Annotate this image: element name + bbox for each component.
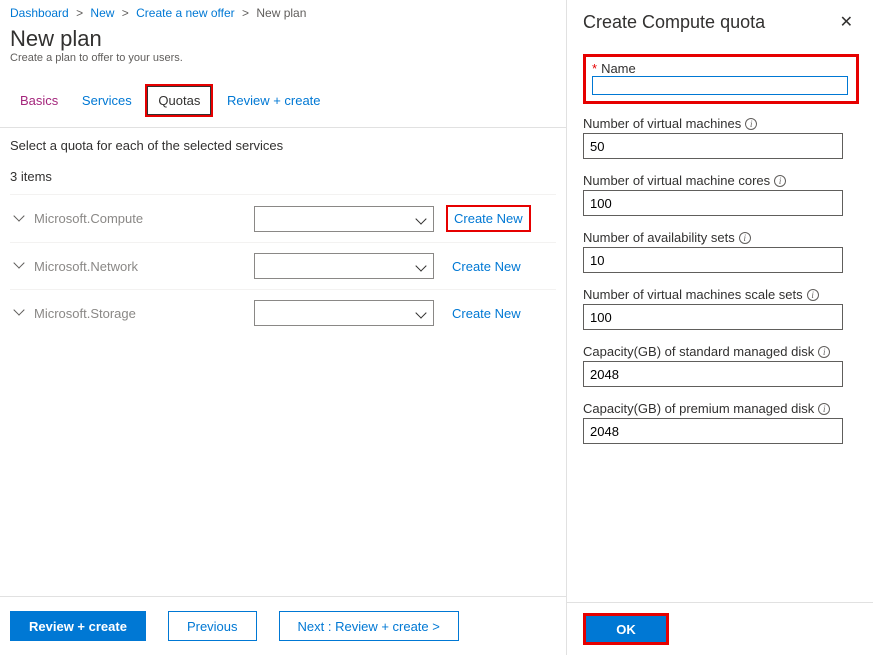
- breadcrumb-new[interactable]: New: [90, 6, 114, 20]
- info-icon[interactable]: i: [818, 403, 830, 415]
- chevron-down-icon[interactable]: [12, 306, 26, 320]
- create-quota-panel: Create Compute quota ✕ * Name Number of …: [567, 0, 873, 655]
- tab-quotas[interactable]: Quotas: [147, 86, 211, 115]
- breadcrumb-sep: >: [238, 6, 253, 20]
- quota-select-network[interactable]: [254, 253, 434, 279]
- avail-sets-input[interactable]: [583, 247, 843, 273]
- breadcrumb-dashboard[interactable]: Dashboard: [10, 6, 69, 20]
- tab-basics[interactable]: Basics: [10, 87, 68, 114]
- breadcrumb: Dashboard > New > Create a new offer > N…: [10, 4, 556, 24]
- panel-footer: OK: [567, 602, 873, 655]
- info-icon[interactable]: i: [774, 175, 786, 187]
- chevron-down-icon[interactable]: [12, 212, 26, 226]
- page-title: New plan: [10, 26, 556, 52]
- name-label-text: Name: [601, 61, 636, 76]
- vm-cores-input[interactable]: [583, 190, 843, 216]
- tab-services[interactable]: Services: [72, 87, 142, 114]
- footer-bar: Review + create Previous Next : Review +…: [0, 596, 567, 655]
- prem-disk-label: Capacity(GB) of premium managed disk: [583, 401, 814, 416]
- tab-review[interactable]: Review + create: [217, 87, 331, 114]
- ok-button[interactable]: OK: [586, 616, 666, 642]
- service-row-network: Microsoft.Network Create New: [10, 242, 556, 289]
- items-count: 3 items: [10, 169, 556, 184]
- review-create-button[interactable]: Review + create: [10, 611, 146, 641]
- chevron-down-icon[interactable]: [12, 259, 26, 273]
- divider: [0, 127, 566, 128]
- scale-sets-input[interactable]: [583, 304, 843, 330]
- page-subtitle: Create a plan to offer to your users.: [10, 52, 556, 64]
- panel-title: Create Compute quota: [583, 12, 765, 33]
- breadcrumb-create-offer[interactable]: Create a new offer: [136, 6, 235, 20]
- info-icon[interactable]: i: [739, 232, 751, 244]
- service-name: Microsoft.Network: [34, 259, 254, 274]
- tab-quotas-highlight: Quotas: [145, 84, 213, 117]
- create-new-network[interactable]: Create New: [446, 255, 527, 278]
- required-asterisk: *: [592, 61, 597, 76]
- create-new-storage[interactable]: Create New: [446, 302, 527, 325]
- quota-select-compute[interactable]: [254, 206, 434, 232]
- info-icon[interactable]: i: [807, 289, 819, 301]
- create-new-compute[interactable]: Create New: [446, 205, 531, 232]
- info-icon[interactable]: i: [745, 118, 757, 130]
- close-icon[interactable]: ✕: [836, 10, 857, 34]
- service-name: Microsoft.Storage: [34, 306, 254, 321]
- std-disk-label: Capacity(GB) of standard managed disk: [583, 344, 814, 359]
- vm-count-input[interactable]: [583, 133, 843, 159]
- vm-cores-label: Number of virtual machine cores: [583, 173, 770, 188]
- service-name: Microsoft.Compute: [34, 211, 254, 226]
- instructions-text: Select a quota for each of the selected …: [10, 138, 556, 153]
- std-disk-input[interactable]: [583, 361, 843, 387]
- previous-button[interactable]: Previous: [168, 611, 257, 641]
- breadcrumb-current: New plan: [256, 6, 306, 20]
- service-row-compute: Microsoft.Compute Create New: [10, 194, 556, 242]
- service-row-storage: Microsoft.Storage Create New: [10, 289, 556, 336]
- prem-disk-input[interactable]: [583, 418, 843, 444]
- name-input[interactable]: [592, 76, 848, 95]
- info-icon[interactable]: i: [818, 346, 830, 358]
- scale-sets-label: Number of virtual machines scale sets: [583, 287, 803, 302]
- name-field-highlight: * Name: [583, 54, 859, 104]
- vm-count-label: Number of virtual machines: [583, 116, 741, 131]
- breadcrumb-sep: >: [72, 6, 87, 20]
- ok-highlight: OK: [583, 613, 669, 645]
- name-label: * Name: [592, 61, 850, 76]
- tabs: Basics Services Quotas Review + create: [10, 84, 556, 117]
- breadcrumb-sep: >: [118, 6, 133, 20]
- avail-sets-label: Number of availability sets: [583, 230, 735, 245]
- quota-select-storage[interactable]: [254, 300, 434, 326]
- next-button[interactable]: Next : Review + create >: [279, 611, 459, 641]
